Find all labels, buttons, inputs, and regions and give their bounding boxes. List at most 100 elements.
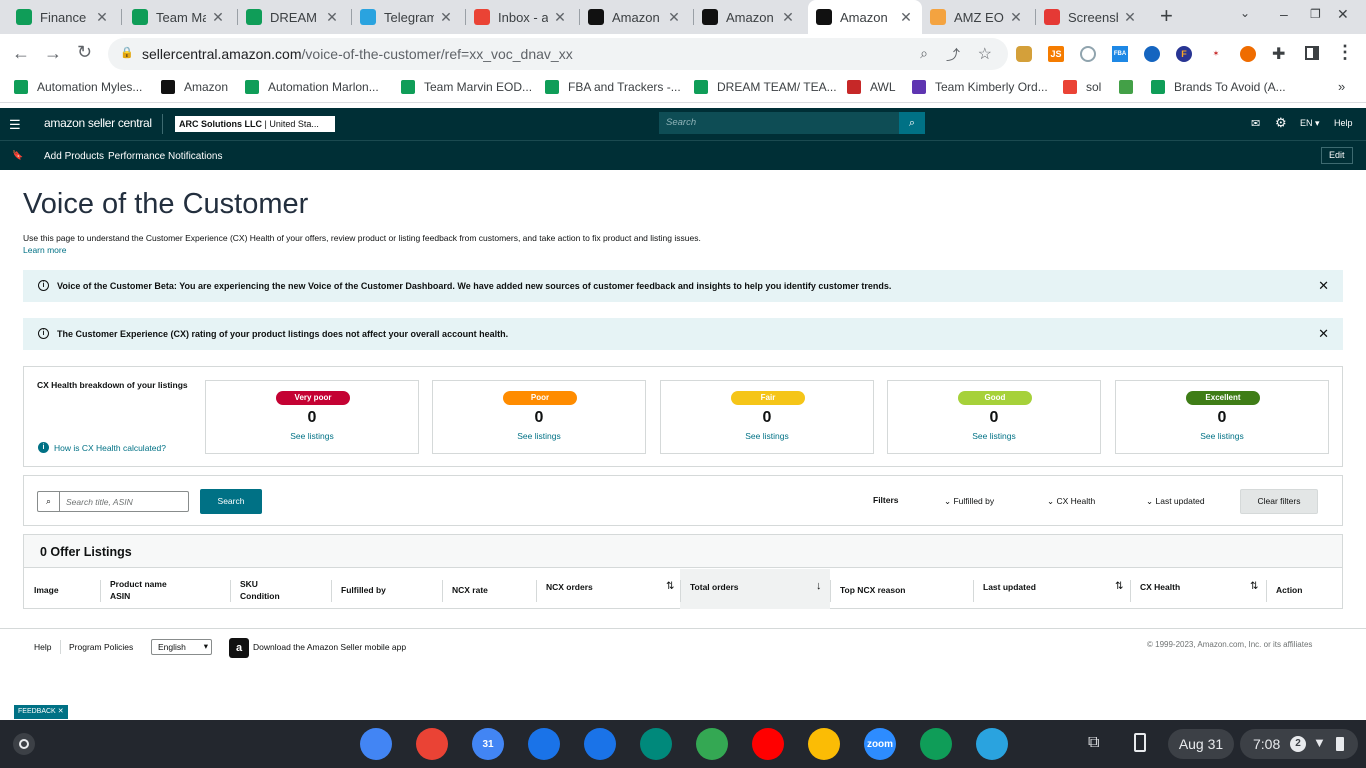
amazon-app-icon[interactable]: a: [229, 638, 249, 658]
clear-filters-button[interactable]: Clear filters: [1240, 489, 1318, 514]
close-tab-icon[interactable]: ✕: [438, 9, 454, 26]
browser-tab[interactable]: Inbox - ar ✕: [466, 0, 576, 34]
see-listings-link[interactable]: See listings: [206, 431, 418, 441]
bookmark-item[interactable]: sol: [1063, 80, 1101, 94]
extensions-puzzle-icon[interactable]: ✚: [1272, 44, 1285, 64]
filter-last-updated[interactable]: ⌄ Last updated: [1146, 496, 1205, 507]
bookmark-icon[interactable]: 🔖: [12, 150, 23, 161]
tab-search-icon[interactable]: ⌄: [1240, 6, 1250, 20]
browser-tab[interactable]: Amazon ✕: [694, 0, 804, 34]
close-icon[interactable]: ✕: [1318, 278, 1329, 294]
feedback-button[interactable]: FEEDBACK ✕: [14, 705, 68, 719]
photos-icon[interactable]: [808, 728, 840, 760]
bookmark-item[interactable]: [1119, 80, 1142, 94]
shortcut-add-products[interactable]: Add Products: [44, 151, 104, 162]
restore-icon[interactable]: ❐: [1310, 7, 1321, 21]
bookmark-item[interactable]: Amazon: [161, 80, 228, 94]
close-tab-icon[interactable]: ✕: [780, 9, 796, 26]
column-last-updated[interactable]: Last updated: [983, 581, 1036, 593]
bookmark-item[interactable]: Team Marvin EOD...: [401, 80, 532, 94]
zoom-icon[interactable]: ⌕: [920, 45, 928, 62]
minimize-icon[interactable]: –: [1280, 6, 1288, 22]
bookmark-item[interactable]: Automation Myles...: [14, 80, 142, 94]
column-cx-health[interactable]: CX Health: [1140, 581, 1180, 593]
mail-icon[interactable]: ✉: [1251, 117, 1260, 130]
sort-descending-icon[interactable]: ↓: [816, 580, 822, 592]
calendar-icon[interactable]: 31: [472, 728, 504, 760]
reload-icon[interactable]: ↻: [77, 42, 92, 63]
extension-icon[interactable]: F: [1176, 46, 1192, 62]
see-listings-link[interactable]: See listings: [1116, 431, 1328, 441]
column-total-orders[interactable]: Total orders: [690, 581, 739, 593]
listing-search-input[interactable]: Search title, ASIN: [66, 497, 133, 507]
browser-tab[interactable]: Telegram ✕: [352, 0, 462, 34]
close-tab-icon[interactable]: ✕: [324, 9, 340, 26]
browser-tab[interactable]: Finance S✕: [8, 0, 118, 34]
messages-icon[interactable]: [584, 728, 616, 760]
seller-central-logo[interactable]: amazon seller central: [44, 116, 152, 130]
cx-health-help-link[interactable]: How is CX Health calculated?: [54, 443, 166, 453]
browser-tab[interactable]: Screensh ✕: [1036, 0, 1146, 34]
bookmark-item[interactable]: Team Kimberly Ord...: [912, 80, 1048, 94]
meet-icon[interactable]: [640, 728, 672, 760]
sort-icon[interactable]: ⇅: [1250, 581, 1258, 592]
close-tab-icon[interactable]: ✕: [552, 9, 568, 26]
more-menu-icon[interactable]: ⋮: [1336, 42, 1354, 63]
extension-icon[interactable]: ✶: [1208, 46, 1224, 62]
telegram-icon[interactable]: [976, 728, 1008, 760]
shortcut-performance-notifications[interactable]: Performance Notifications: [108, 151, 223, 162]
account-switcher[interactable]: ARC Solutions LLC | United Sta...: [175, 116, 335, 132]
browser-tab[interactable]: DREAM T✕: [238, 0, 348, 34]
back-icon[interactable]: ←: [12, 43, 30, 64]
header-search-input[interactable]: Search: [659, 112, 899, 134]
search-button[interactable]: Search: [200, 489, 262, 514]
listing-search-box[interactable]: ⌕ Search title, ASIN: [37, 491, 189, 512]
close-tab-icon[interactable]: ✕: [210, 9, 226, 26]
see-listings-link[interactable]: See listings: [888, 431, 1100, 441]
close-window-icon[interactable]: ✕: [1337, 6, 1349, 23]
close-tab-icon[interactable]: ✕: [898, 9, 914, 26]
edit-shortcuts-button[interactable]: Edit: [1321, 147, 1353, 164]
phone-hub-icon[interactable]: [1134, 733, 1146, 752]
hamburger-menu-icon[interactable]: ☰: [9, 117, 21, 133]
bookmark-item[interactable]: FBA and Trackers -...: [545, 80, 681, 94]
chrome-icon[interactable]: [360, 728, 392, 760]
footer-help-link[interactable]: Help: [34, 642, 51, 652]
new-tab-button[interactable]: +: [1160, 5, 1173, 27]
download-app-link[interactable]: Download the Amazon Seller mobile app: [253, 642, 406, 652]
bookmark-item[interactable]: DREAM TEAM/ TEA...: [694, 80, 837, 94]
lock-icon[interactable]: 🔒: [120, 46, 134, 59]
extension-icon[interactable]: [1080, 46, 1096, 62]
address-bar[interactable]: 🔒 sellercentral.amazon.com/voice-of-the-…: [108, 38, 1008, 70]
extension-icon[interactable]: [1240, 46, 1256, 62]
bookmark-item[interactable]: AWL: [847, 80, 896, 94]
sort-icon[interactable]: ⇅: [1115, 581, 1123, 592]
tote-icon[interactable]: ⧉: [1088, 734, 1099, 752]
close-icon[interactable]: ✕: [58, 708, 64, 715]
filter-cx-health[interactable]: ⌄ CX Health: [1047, 496, 1095, 507]
browser-tab[interactable]: Team Ma ✕: [124, 0, 234, 34]
extension-icon[interactable]: [1144, 46, 1160, 62]
more-bookmarks-icon[interactable]: »: [1338, 79, 1345, 94]
status-tray[interactable]: 7:08 2 ▼: [1240, 729, 1358, 759]
bookmark-star-icon[interactable]: ☆: [978, 44, 992, 64]
zoom-icon[interactable]: zoom: [864, 728, 896, 760]
learn-more-link[interactable]: Learn more: [23, 245, 66, 255]
see-listings-link[interactable]: See listings: [661, 431, 873, 441]
launcher-button[interactable]: [13, 733, 35, 755]
browser-tab[interactable]: AMZ EOD✕: [922, 0, 1032, 34]
column-ncx-orders[interactable]: NCX orders: [546, 581, 593, 593]
js-extension-icon[interactable]: JS: [1048, 46, 1064, 62]
browser-tab[interactable]: Amazon ✕: [580, 0, 690, 34]
browser-tab[interactable]: Amazon ✕: [808, 0, 922, 34]
bookmark-item[interactable]: Automation Marlon...: [245, 80, 379, 94]
header-search-button[interactable]: ⌕: [899, 112, 925, 134]
filter-fulfilled-by[interactable]: ⌄ Fulfilled by: [944, 496, 994, 507]
youtube-icon[interactable]: [752, 728, 784, 760]
play-store-icon[interactable]: [696, 728, 728, 760]
language-selector[interactable]: EN ▾: [1300, 118, 1320, 129]
side-panel-icon[interactable]: [1305, 46, 1319, 60]
footer-program-policies-link[interactable]: Program Policies: [69, 642, 133, 652]
column-sku[interactable]: SKU Condition: [240, 578, 280, 602]
sheets-icon[interactable]: [920, 728, 952, 760]
